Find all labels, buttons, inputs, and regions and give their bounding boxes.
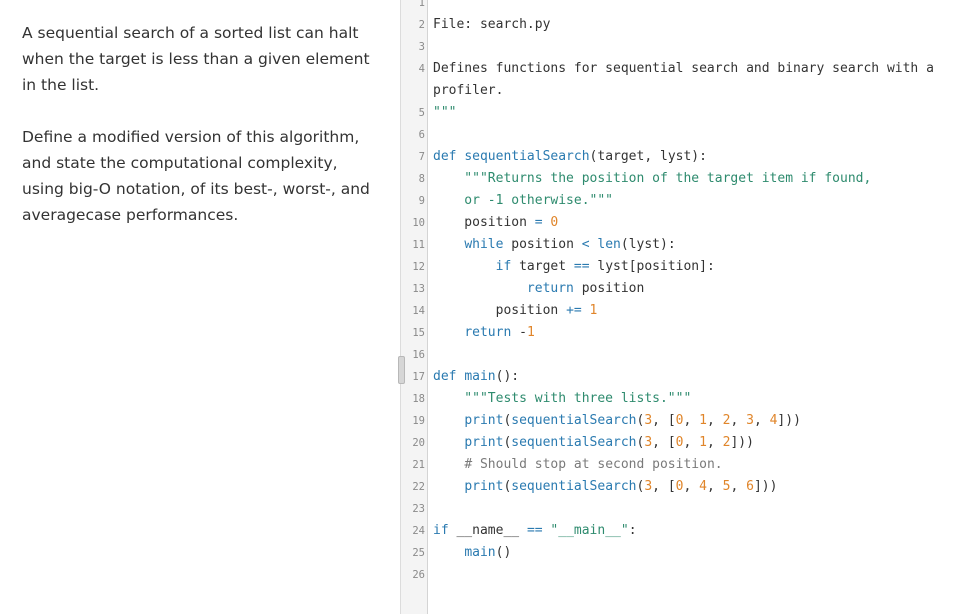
code-line[interactable]: 3 <box>401 36 974 58</box>
code-text: if __name__ == "__main__": <box>433 523 637 538</box>
line-number: 11 <box>412 239 425 251</box>
code-text: """Returns the position of the target it… <box>433 171 872 186</box>
line-number: 5 <box>418 107 425 119</box>
code-line[interactable]: 19 print(sequentialSearch(3, [0, 1, 2, 3… <box>401 410 974 432</box>
code-line[interactable]: 14 position += 1 <box>401 300 974 322</box>
line-number: 18 <box>412 393 425 405</box>
code-line[interactable]: 22 print(sequentialSearch(3, [0, 4, 5, 6… <box>401 476 974 498</box>
code-text: position = 0 <box>433 215 559 230</box>
line-number: 12 <box>412 261 425 273</box>
code-line[interactable]: 13 return position <box>401 278 974 300</box>
line-number: 2 <box>418 19 425 31</box>
code-line[interactable]: 18 """Tests with three lists.""" <box>401 388 974 410</box>
code-text: def sequentialSearch(target, lyst): <box>433 149 707 164</box>
code-text: def main(): <box>433 369 520 384</box>
code-line[interactable]: 15 return -1 <box>401 322 974 344</box>
code-text: # Should stop at second position. <box>464 457 723 472</box>
code-line[interactable]: profiler. <box>401 80 974 102</box>
line-number: 6 <box>418 129 425 141</box>
code-line[interactable]: 7 def sequentialSearch(target, lyst): <box>401 146 974 168</box>
line-number: 1 <box>418 0 425 9</box>
code-line[interactable]: 10 position = 0 <box>401 212 974 234</box>
code-text: position += 1 <box>433 303 598 318</box>
line-number: 9 <box>418 195 425 207</box>
code-text: while position < len(lyst): <box>464 237 676 252</box>
code-line[interactable]: 16 <box>401 344 974 366</box>
code-line[interactable]: 8 """Returns the position of the target … <box>401 168 974 190</box>
line-number: 23 <box>412 503 425 515</box>
code-text: """Tests with three lists.""" <box>433 391 692 406</box>
line-number: 17 <box>412 371 425 383</box>
line-number: 25 <box>412 547 425 559</box>
question-panel: A sequential search of a sorted list can… <box>0 0 400 614</box>
screen: A sequential search of a sorted list can… <box>0 0 974 614</box>
code-text: or -1 otherwise.""" <box>433 193 614 208</box>
code-line[interactable]: 25 main() <box>401 542 974 564</box>
line-number: 14 <box>412 305 425 317</box>
line-number: 26 <box>412 569 425 581</box>
code-text: File: search.py <box>433 17 551 32</box>
question-paragraph-1: A sequential search of a sorted list can… <box>22 24 370 94</box>
code-line[interactable]: 5 """ <box>401 102 974 124</box>
code-line[interactable]: 12 if target == lyst[position]: <box>401 256 974 278</box>
code-line[interactable]: 26 <box>401 564 974 586</box>
code-text: return -1 <box>464 325 535 340</box>
code-text: print(sequentialSearch(3, [0, 4, 5, 6])) <box>464 479 778 494</box>
code-line[interactable]: 20 print(sequentialSearch(3, [0, 1, 2])) <box>401 432 974 454</box>
code-text: main() <box>464 545 512 560</box>
code-line[interactable]: 1 <box>401 0 974 14</box>
code-text: print(sequentialSearch(3, [0, 1, 2])) <box>464 435 754 450</box>
code-text: profiler. <box>433 83 504 98</box>
line-number: 21 <box>412 459 425 471</box>
code-line[interactable]: 9 or -1 otherwise.""" <box>401 190 974 212</box>
line-number: 7 <box>418 151 425 163</box>
code-line[interactable]: 23 <box>401 498 974 520</box>
code-line[interactable]: 17 def main(): <box>401 366 974 388</box>
code-text: return position <box>526 281 645 296</box>
line-number: 20 <box>412 437 425 449</box>
line-number: 3 <box>418 41 425 53</box>
code-editor[interactable]: 1 2 File: search.py 3 4 Defines functions for… <box>401 0 974 614</box>
line-number: 10 <box>412 217 425 229</box>
code-line[interactable]: 24 if __name__ == "__main__": <box>401 520 974 542</box>
code-line[interactable]: 2 File: search.py <box>401 14 974 36</box>
code-text: """ <box>433 105 457 120</box>
code-text: print(sequentialSearch(3, [0, 1, 2, 3, 4… <box>464 413 801 428</box>
line-number: 16 <box>412 349 425 361</box>
line-number: 22 <box>412 481 425 493</box>
line-number: 4 <box>418 63 425 75</box>
line-number: 24 <box>412 525 425 537</box>
code-line[interactable]: 6 <box>401 124 974 146</box>
code-line[interactable]: 11 while position < len(lyst): <box>401 234 974 256</box>
line-number: 15 <box>412 327 425 339</box>
line-number: 13 <box>412 283 425 295</box>
line-number: 8 <box>418 173 425 185</box>
question-paragraph-2: Define a modified version of this algori… <box>22 128 370 224</box>
code-line[interactable]: 21 # Should stop at second position. <box>401 454 974 476</box>
code-text: if target == lyst[position]: <box>495 259 715 274</box>
code-line[interactable]: 4 Defines functions for sequential search… <box>401 58 974 80</box>
code-text: Defines functions for sequential search … <box>433 61 934 76</box>
line-number: 19 <box>412 415 425 427</box>
